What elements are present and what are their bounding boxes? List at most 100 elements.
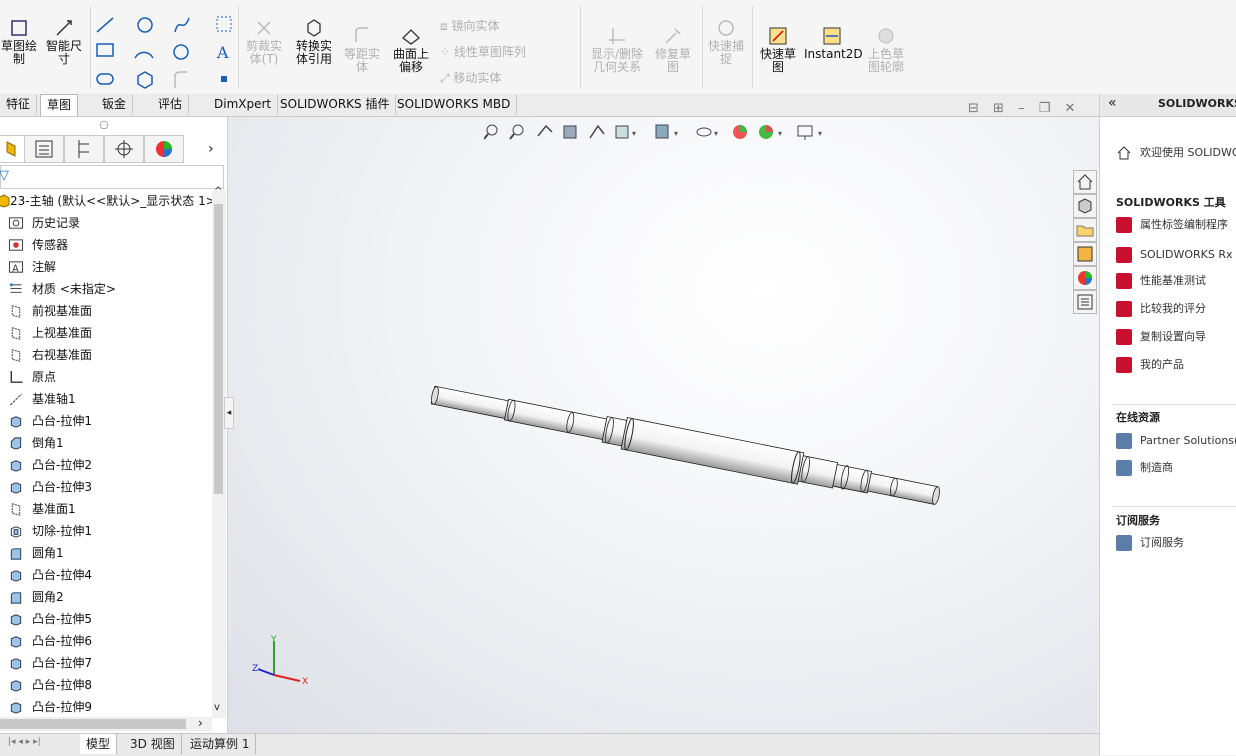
task-pane-view-palette-tab[interactable] <box>1073 242 1097 266</box>
sketch-button[interactable]: 草图绘 制 <box>0 18 38 66</box>
shaded-sketch-contours-button[interactable]: 上色草 图轮廓 <box>862 26 910 74</box>
quick-snaps-button[interactable]: 快速捕 捉 <box>704 18 748 66</box>
scrollbar-thumb[interactable] <box>214 204 223 494</box>
subscription-header: 订阅服务 <box>1116 514 1160 527</box>
tree-item[interactable]: 原点 <box>0 366 212 388</box>
chevron-up-icon[interactable]: ^ <box>214 186 222 197</box>
tree-item[interactable]: 凸台-拉伸4 <box>0 564 212 586</box>
restore-icon[interactable]: ❐ <box>1039 101 1051 116</box>
tab-model[interactable]: 模型 <box>80 734 118 754</box>
tab-solidworks-addins[interactable]: SOLIDWORKS 插件 <box>274 94 397 115</box>
tab-solidworks-mbd[interactable]: SOLIDWORKS MBD <box>391 94 518 115</box>
offset-entities-button[interactable]: 等距实 体 <box>340 26 384 74</box>
tree-vertical-scrollbar[interactable]: ^ v <box>212 186 226 718</box>
cut-extrude-icon <box>10 526 22 538</box>
panel-collapse-handle[interactable]: ◂ <box>224 397 234 429</box>
tree-item[interactable]: 倒角1 <box>0 432 212 454</box>
tree-item[interactable]: 凸台-拉伸7 <box>0 652 212 674</box>
task-pane-custom-properties-tab[interactable] <box>1073 290 1097 314</box>
tree-item[interactable]: 上视基准面 <box>0 322 212 344</box>
extrude-icon <box>10 680 22 692</box>
tab-label: 特征 <box>6 97 31 111</box>
tab-features[interactable]: 特征 <box>0 94 38 115</box>
tree-item[interactable]: 切除-拉伸1 <box>0 520 212 542</box>
svg-text:A: A <box>216 43 229 62</box>
solidworks-tool-icon <box>1116 247 1132 263</box>
tree-root-part[interactable]: 23-主轴 (默认<<默认>_显示状态 1> <box>0 190 216 212</box>
display-relations-button[interactable]: 显示/删除 几何关系 <box>586 26 648 74</box>
task-pane: « SOLIDWORKS 欢迎使用 SOLIDWO SOLIDWORKS 工具 … <box>1099 94 1236 755</box>
tree-item[interactable]: 历史记录 <box>0 212 212 234</box>
tree-item[interactable]: 凸台-拉伸5 <box>0 608 212 630</box>
display-manager-tab[interactable] <box>144 135 184 163</box>
tab-motion-study-1[interactable]: 运动算例 1 <box>184 734 257 754</box>
tab-3d-view[interactable]: 3D 视图 <box>124 734 182 754</box>
minimize-icon[interactable]: – <box>1018 101 1025 116</box>
shaft-model-view[interactable] <box>228 117 1098 737</box>
feature-manager-panel: › ▽ 23-主轴 (默认<<默认>_显示状态 1> 历史记录 传感器 A 注解 材质 … <box>0 117 228 737</box>
task-pane-home-tab[interactable] <box>1073 170 1097 194</box>
tree-item[interactable]: 圆角2 <box>0 586 212 608</box>
previous-window-icon[interactable]: ⊟ <box>968 101 979 116</box>
tree-item-label: 原点 <box>32 370 57 384</box>
tree-item[interactable]: 凸台-拉伸6 <box>0 630 212 652</box>
tree-item[interactable]: 凸台-拉伸3 <box>0 476 212 498</box>
task-pane-resources-tab[interactable] <box>1073 194 1097 218</box>
dimxpert-manager-tab[interactable] <box>104 135 144 163</box>
linear-pattern-item[interactable]: ⁘ 线性草图阵列 <box>440 43 526 60</box>
scrollbar-thumb[interactable] <box>0 719 186 729</box>
tree-item[interactable]: 材质 <未指定> <box>0 278 212 300</box>
panel-resize-dot[interactable] <box>100 121 108 129</box>
tree-filter-input[interactable]: ▽ <box>0 165 224 189</box>
tree-item[interactable]: 凸台-拉伸9 <box>0 696 212 716</box>
tab-label: 草图 <box>47 98 72 112</box>
tree-item[interactable]: 凸台-拉伸2 <box>0 454 212 476</box>
mirror-entities-item[interactable]: ⧈ 镜向实体 <box>440 17 499 34</box>
tree-item[interactable]: 基准面1 <box>0 498 212 520</box>
tree-item-label: 前视基准面 <box>32 304 93 318</box>
close-icon[interactable]: ✕ <box>1065 101 1076 116</box>
tab-evaluate[interactable]: 评估 <box>152 94 190 115</box>
tab-scroll-buttons[interactable]: |◂ ◂ ▸ ▸| <box>8 737 74 751</box>
chevron-right-icon[interactable]: › <box>208 141 214 157</box>
tree-item[interactable]: 基准轴1 <box>0 388 212 410</box>
chevron-right-icon[interactable]: › <box>198 716 203 730</box>
tree-item[interactable]: 凸台-拉伸1 <box>0 410 212 432</box>
tab-sheet-metal[interactable]: 钣金 <box>96 94 134 115</box>
rapid-sketch-button[interactable]: 快速草 图 <box>755 26 801 74</box>
online-resources-header: 在线资源 <box>1116 411 1160 424</box>
tree-item[interactable]: A 注解 <box>0 256 212 278</box>
next-window-icon[interactable]: ⊞ <box>993 101 1004 116</box>
tree-item[interactable]: 圆角1 <box>0 542 212 564</box>
instant2d-label: Instant2D <box>804 47 863 61</box>
shaft-body[interactable] <box>429 379 942 512</box>
tree-item[interactable]: 前视基准面 <box>0 300 212 322</box>
move-entities-item[interactable]: ⤢ 移动实体 <box>440 69 501 86</box>
task-pane-file-explorer-tab[interactable] <box>1073 218 1097 242</box>
tree-horizontal-scrollbar[interactable]: › <box>0 716 212 731</box>
tree-item-label: 右视基准面 <box>32 348 93 362</box>
tree-item[interactable]: 传感器 <box>0 234 212 256</box>
smart-dimension-button[interactable]: 智能尺 寸 <box>42 18 86 66</box>
rapid-sketch-label: 快速草 图 <box>759 47 796 74</box>
tree-item-label: 倒角1 <box>32 436 64 450</box>
task-pane-title: SOLIDWORKS <box>1158 97 1236 110</box>
offset-on-surface-icon <box>402 29 420 45</box>
chevron-down-icon[interactable]: v <box>214 702 220 713</box>
graphics-area[interactable]: ⊟ ⊞ – ❐ ✕ ▾ ▾ ▾ ▾ ▾ Y X Z ◂ <box>224 101 1098 737</box>
configuration-manager-tab[interactable] <box>64 135 104 163</box>
repair-sketch-button[interactable]: 修复草 图 <box>650 26 696 74</box>
trim-entities-button[interactable]: 剪裁实 体(T) <box>240 18 288 66</box>
task-pane-appearances-tab[interactable] <box>1073 266 1097 290</box>
instant2d-button[interactable]: Instant2D <box>804 26 863 61</box>
convert-entities-button[interactable]: 转换实 体引用 <box>290 18 338 66</box>
rapid-sketch-icon <box>769 27 787 45</box>
offset-on-surface-button[interactable]: 曲面上 偏移 <box>388 26 434 74</box>
collapse-double-chevron-icon[interactable]: « <box>1108 95 1117 111</box>
tab-dimxpert[interactable]: DimXpert <box>208 94 279 115</box>
tree-item[interactable]: 右视基准面 <box>0 344 212 366</box>
property-manager-tab[interactable] <box>24 135 64 163</box>
plane-icon <box>11 305 21 318</box>
tab-sketch[interactable]: 草图 <box>40 94 79 116</box>
tree-item[interactable]: 凸台-拉伸8 <box>0 674 212 696</box>
